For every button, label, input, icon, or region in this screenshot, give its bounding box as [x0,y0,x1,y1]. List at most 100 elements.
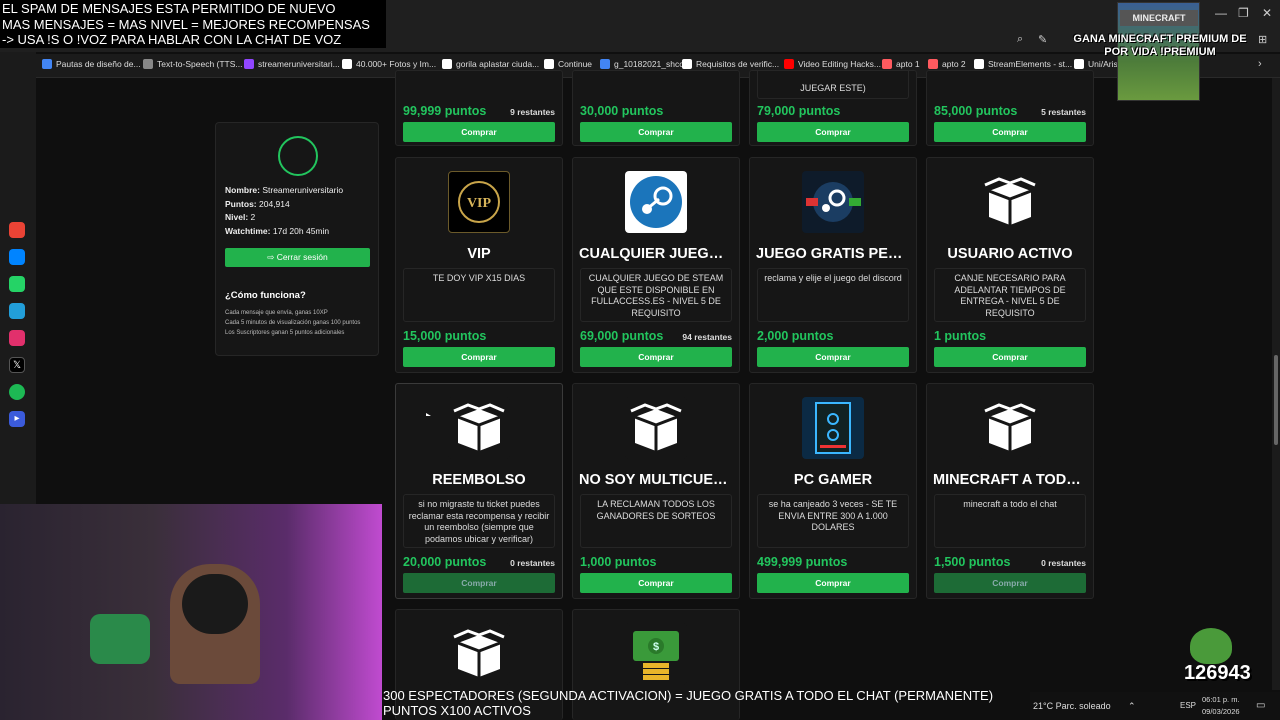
buy-button[interactable]: Comprar [757,122,909,142]
reward-card: JUEGAR ESTE) 79,000 puntos Comprar [749,70,917,146]
edit-icon[interactable]: ✎ [1038,33,1047,46]
language-indicator[interactable]: ESP [1180,701,1196,710]
bookmark-item[interactable]: 40.000+ Fotos y Im... [342,59,436,69]
reward-price: 1,500 puntos [934,555,1011,569]
reward-description: reclama y elije el juego del discord [757,268,909,322]
counter-overlay: 126943 [1184,662,1251,684]
instagram-icon[interactable] [9,330,25,346]
reward-remaining: 94 restantes [682,332,732,342]
clock-date[interactable]: 09/03/2026 [1202,707,1240,716]
pepe-emote-icon [1190,628,1232,664]
bookmark-item[interactable]: Pautas de diseño de... [42,59,141,69]
bookmark-item[interactable]: streameruniversitari... [244,59,340,69]
more-bookmarks-icon[interactable]: › [1258,58,1262,70]
bookmark-item[interactable]: gorila aplastar ciuda... [442,59,539,69]
buy-button[interactable]: Comprar [757,573,909,593]
profile-name: Nombre: Streameruniversitario [225,185,344,195]
reward-title: VIP [467,246,491,262]
bookmark-item[interactable]: Requisitos de verific... [682,59,779,69]
reward-title: MINECRAFT A TODO ... [933,472,1093,488]
steam-icon [625,171,687,233]
bookmark-icon [784,59,794,69]
buy-button[interactable]: Comprar [403,347,555,367]
buy-button[interactable]: Comprar [934,347,1086,367]
bookmark-item[interactable]: Continue [544,59,592,69]
reward-description: CANJE NECESARIO PARA ADELANTAR TIEMPOS D… [934,268,1086,322]
reward-card-pc-gamer: PC GAMER se ha canjeado 3 veces - SE TE … [749,383,917,599]
buy-button[interactable]: Comprar [934,122,1086,142]
buy-button[interactable]: Comprar [580,122,732,142]
weather-text[interactable]: 21°C Parc. soleado [1033,701,1111,711]
reward-description: TE DOY VIP X15 DIAS [403,268,555,322]
overlay-line: MAS MENSAJES = MAS NIVEL = MEJORES RECOM… [2,16,370,32]
clock-time[interactable]: 06:01 p. m. [1202,695,1240,704]
bookmark-icon [544,59,554,69]
bookmark-item[interactable]: Uni/Aris [1074,59,1118,69]
buy-button[interactable]: Comprar [757,347,909,367]
reward-title: NO SOY MULTICUEN... [579,472,736,488]
overlay-line: PUNTOS X100 ACTIVOS [383,703,531,718]
box-icon [448,397,510,459]
reward-price: 99,999 puntos [403,104,487,118]
player-icon[interactable]: ▸ [9,411,25,427]
search-icon[interactable]: ⌕ [1017,33,1023,46]
reward-price: 15,000 puntos [403,329,487,343]
reward-title: PC GAMER [793,472,873,488]
scrollbar-thumb[interactable] [1274,355,1278,445]
gmail-icon[interactable] [9,222,25,238]
bookmark-item[interactable]: Video Editing Hacks... [784,59,881,69]
reward-title: CUALQUIER JUEGO D... [579,246,739,262]
reward-description: se ha canjeado 3 veces - SE TE ENVIA ENT… [757,494,909,548]
money-icon: $ [625,623,687,685]
bookmark-item[interactable]: g_10182021_shcc [600,59,683,69]
messenger-icon[interactable] [9,249,25,265]
reward-price: 69,000 puntos [580,329,664,343]
box-icon [625,397,687,459]
extensions-icon[interactable]: ⊞ [1258,33,1267,46]
restore-icon[interactable]: ❐ [1238,6,1249,20]
avatar [278,136,318,176]
profile-points: Puntos: 204,914 [225,199,290,209]
reward-title: REEMBOLSO [432,472,526,488]
close-icon[interactable]: ✕ [1262,6,1272,20]
x-icon[interactable]: 𝕏 [9,357,25,373]
buy-button[interactable]: Comprar [580,573,732,593]
reward-card: 99,999 puntos 9 restantes Comprar [395,70,563,146]
spotify-icon[interactable] [9,384,25,400]
headphones-icon [182,574,248,634]
bookmark-item[interactable]: StreamElements - st... [974,59,1072,69]
reward-card-minecraft: MINECRAFT A TODO ... minecraft a todo el… [926,383,1094,599]
telegram-icon[interactable] [9,303,25,319]
reward-description: JUEGAR ESTE) [757,71,909,99]
notifications-icon[interactable]: ▭ [1256,700,1265,711]
taskbar-tray: 21°C Parc. soleado ⌃ ESP 06:01 p. m. 09/… [1030,692,1280,720]
bookmark-item[interactable]: apto 1 [882,59,920,69]
bookmark-item[interactable]: Text-to-Speech (TTS... [143,59,243,69]
profile-card: Nombre: Streameruniversitario Puntos: 20… [215,122,379,356]
profile-watchtime: Watchtime: 17d 20h 45min [225,226,330,236]
reward-card: 85,000 puntos 5 restantes Comprar [926,70,1094,146]
bookmark-item[interactable]: apto 2 [928,59,966,69]
reward-price: 79,000 puntos [757,104,841,118]
reward-price: 1,000 puntos [580,555,657,569]
reward-description: si no migraste tu ticket puedes reclamar… [403,494,555,548]
reward-price: 1 puntos [934,329,987,343]
bookmark-icon [974,59,984,69]
minimize-icon[interactable]: — [1215,6,1227,20]
reward-price: 499,999 puntos [757,555,848,569]
minecraft-logo: MINECRAFT [1120,10,1198,26]
how-it-works-title: ¿Cómo funciona? [225,290,306,301]
buy-button-disabled: Comprar [403,573,555,593]
buy-button[interactable]: Comprar [403,122,555,142]
logout-button[interactable]: ⇨ Cerrar sesión [225,248,370,267]
tray-chevron-icon[interactable]: ⌃ [1128,701,1136,712]
bookmark-icon [682,59,692,69]
buy-button[interactable]: Comprar [580,347,732,367]
webcam-feed [0,504,382,720]
overlay-line: 300 ESPECTADORES (SEGUNDA ACTIVACION) = … [383,688,994,703]
reward-title: JUEGO GRATIS PER... [756,246,911,262]
reward-description: minecraft a todo el chat [934,494,1086,548]
reward-remaining: 0 restantes [510,558,555,568]
bookmark-icon [882,59,892,69]
whatsapp-icon[interactable] [9,276,25,292]
